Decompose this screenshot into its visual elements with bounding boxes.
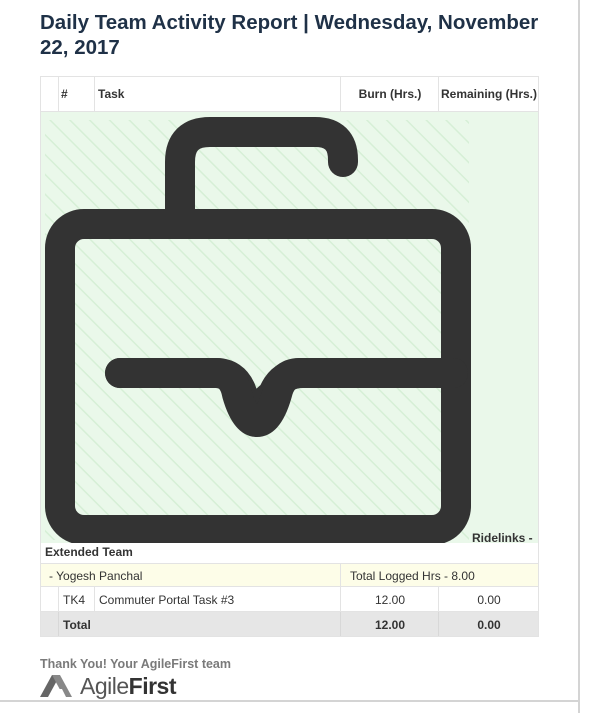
project-illustration: Ridelinks - Extended Team xyxy=(41,112,538,559)
logo-text: AgileFirst xyxy=(80,672,177,700)
header-task: Task xyxy=(98,87,125,101)
column-divider xyxy=(58,587,59,611)
header-burn: Burn (Hrs.) xyxy=(358,86,422,101)
activity-table: # Task Burn (Hrs.) Remaining (Hrs.) Ride… xyxy=(40,76,539,637)
total-remaining: 0.00 xyxy=(477,618,501,632)
thanks-message: Thank You! Your AgileFirst team xyxy=(40,657,232,671)
header-remaining: Remaining (Hrs.) xyxy=(440,86,537,101)
report-title: Daily Team Activity Report | Wednesday, … xyxy=(40,11,539,59)
task-remaining: 0.00 xyxy=(477,593,501,607)
briefcase-icon xyxy=(45,117,471,543)
project-label: Ridelinks - xyxy=(472,531,533,545)
table-header-row: # Task Burn (Hrs.) Remaining (Hrs.) xyxy=(41,77,538,112)
header-num: # xyxy=(61,87,68,101)
total-label: Total xyxy=(63,618,91,632)
table-row: TK4 Commuter Portal Task #3 12.00 0.00 xyxy=(41,587,538,612)
task-id: TK4 xyxy=(63,593,86,607)
logo-text-bold: First xyxy=(128,672,177,699)
total-burn: 12.00 xyxy=(374,618,406,632)
logo-text-light: Agile xyxy=(80,672,129,699)
member-row: - Yogesh Panchal Total Logged Hrs - 8.00 xyxy=(41,563,538,587)
column-divider xyxy=(58,612,59,636)
column-divider xyxy=(94,587,95,611)
agilefirst-logo-icon xyxy=(40,675,72,697)
member-name: - Yogesh Panchal xyxy=(49,569,143,583)
task-name: Commuter Portal Task #3 xyxy=(99,593,235,607)
page-right-border xyxy=(578,0,580,713)
member-logged-hours: Total Logged Hrs - 8.00 xyxy=(350,569,475,583)
column-divider xyxy=(58,77,59,111)
column-divider xyxy=(340,564,341,586)
agilefirst-logo: AgileFirst xyxy=(40,672,177,700)
page-bottom-border xyxy=(0,700,580,702)
task-burn: 12.00 xyxy=(374,593,406,607)
total-row: Total 12.00 0.00 xyxy=(41,612,538,636)
team-label: Extended Team xyxy=(45,545,133,559)
